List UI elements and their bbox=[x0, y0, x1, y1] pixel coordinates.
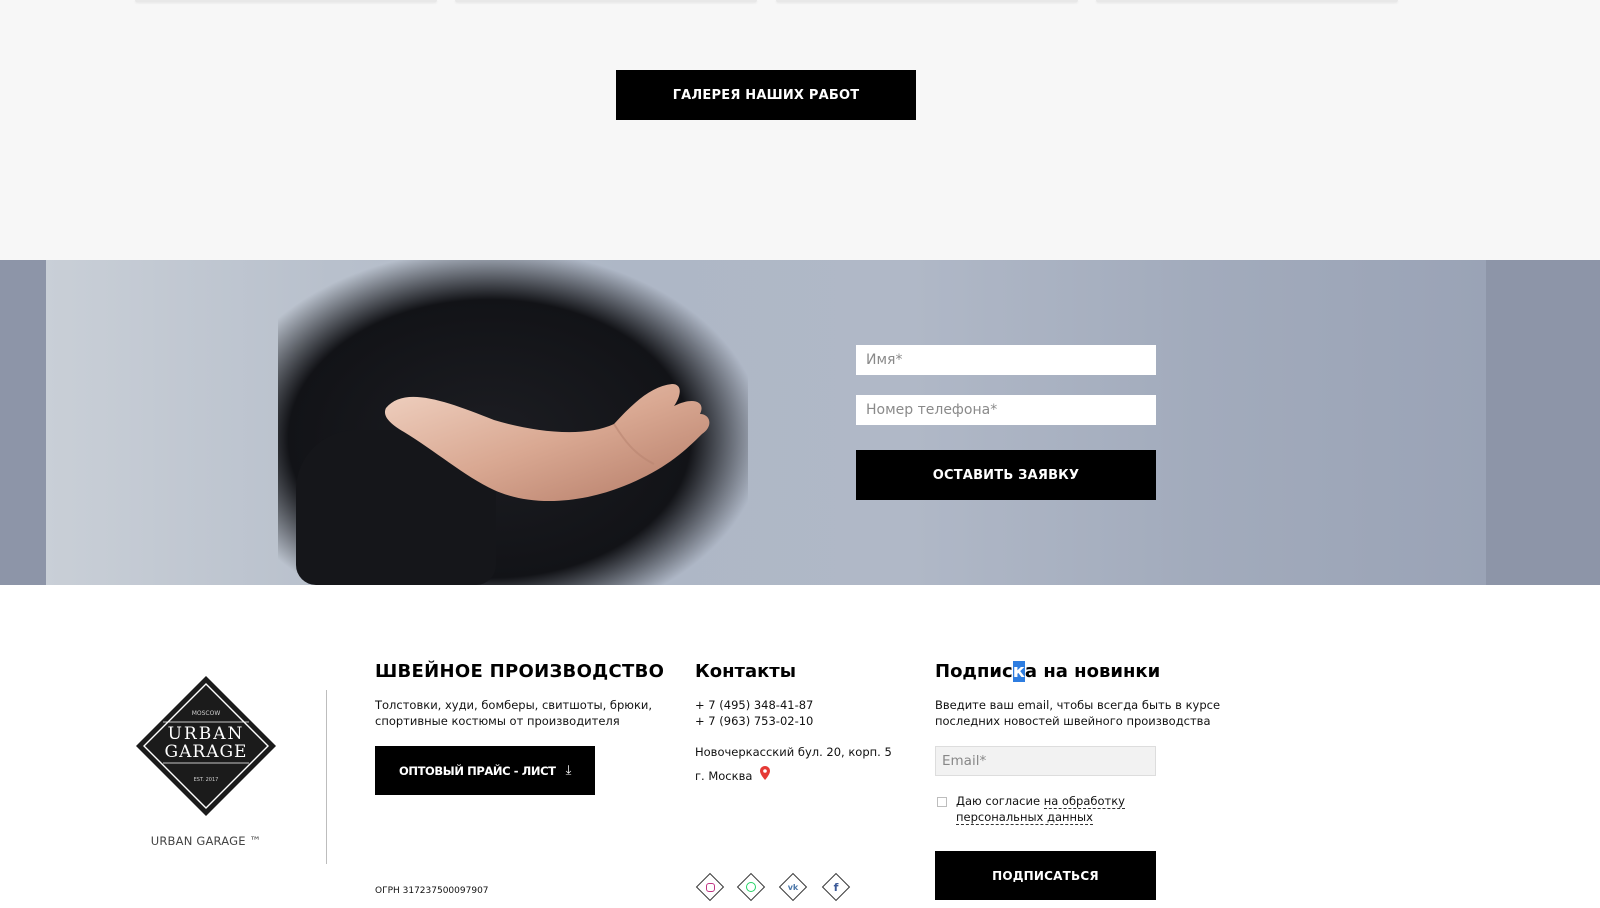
footer-divider bbox=[326, 690, 327, 864]
email-input[interactable] bbox=[935, 746, 1156, 776]
contacts-title: Контакты bbox=[695, 661, 797, 682]
whatsapp-icon[interactable] bbox=[736, 872, 766, 902]
address-line-2: г. Москва bbox=[695, 769, 753, 783]
urban-garage-logo[interactable]: MOSCOW URBAN GARAGE EST. 2017 bbox=[135, 675, 277, 817]
ogrn-text: ОГРН 317237500097907 bbox=[375, 886, 489, 896]
logo-line2: GARAGE bbox=[165, 742, 248, 762]
phone-link-1[interactable]: + 7 (495) 348-41-87 bbox=[695, 697, 813, 713]
address-line-1: Новочеркасский бул. 20, корп. 5 bbox=[695, 745, 892, 759]
price-list-label: ОПТОВЫЙ ПРАЙС - ЛИСТ bbox=[399, 763, 556, 778]
gallery-section bbox=[0, 0, 1600, 260]
logo-top-text: MOSCOW bbox=[192, 710, 221, 717]
open-hand-image bbox=[384, 384, 710, 502]
phone-input[interactable] bbox=[856, 395, 1156, 425]
phone-link-2[interactable]: + 7 (963) 753-02-10 bbox=[695, 713, 813, 729]
facebook-icon[interactable]: f bbox=[821, 872, 851, 902]
subscribe-title: Подписка на новинки bbox=[935, 661, 1161, 682]
production-description: Толстовки, худи, бомберы, свитшоты, брюк… bbox=[375, 698, 653, 728]
submit-request-button[interactable]: ОСТАВИТЬ ЗАЯВКУ bbox=[856, 450, 1156, 500]
selected-text: к bbox=[1012, 661, 1025, 682]
vk-icon[interactable]: vk bbox=[778, 872, 808, 902]
download-icon: ⤓ bbox=[565, 763, 572, 778]
hand-photo bbox=[46, 260, 1486, 585]
subscribe-description: Введите ваш email, чтобы всегда быть в к… bbox=[935, 698, 1221, 728]
work-card[interactable] bbox=[135, 0, 437, 2]
logo-bottom-text: EST. 2017 bbox=[194, 777, 219, 783]
production-title: ШВЕЙНОЕ ПРОИЗВОДСТВО bbox=[375, 661, 665, 682]
price-list-button[interactable]: ОПТОВЫЙ ПРАЙС - ЛИСТ ⤓ bbox=[375, 746, 595, 795]
work-card[interactable] bbox=[1096, 0, 1398, 2]
map-pin-icon[interactable] bbox=[760, 766, 770, 780]
work-card[interactable] bbox=[776, 0, 1078, 2]
subscribe-button[interactable]: ПОДПИСАТЬСЯ bbox=[935, 851, 1156, 900]
gallery-button[interactable]: ГАЛЕРЕЯ НАШИХ РАБОТ bbox=[616, 70, 916, 120]
logo-caption: URBAN GARAGE ™ bbox=[150, 834, 262, 848]
work-card[interactable] bbox=[455, 0, 757, 2]
logo-line1: URBAN bbox=[168, 724, 245, 744]
consent-label: Даю согласие на обработку персональных д… bbox=[956, 794, 1125, 825]
consent-checkbox[interactable] bbox=[937, 797, 947, 807]
name-input[interactable] bbox=[856, 345, 1156, 375]
request-banner bbox=[0, 260, 1600, 585]
instagram-icon[interactable] bbox=[695, 872, 725, 902]
